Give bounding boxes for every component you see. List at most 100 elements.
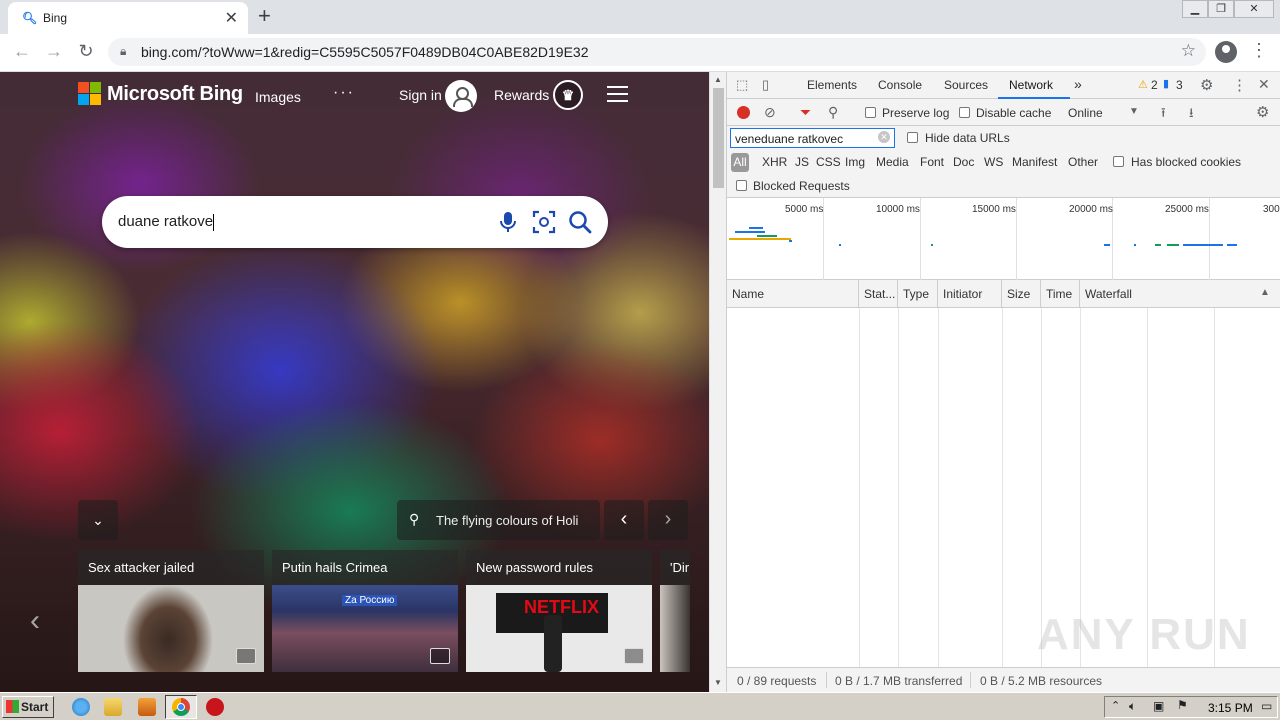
message-icon[interactable]: ▮ — [1163, 77, 1169, 90]
microphone-icon[interactable] — [495, 209, 521, 235]
nav-more-button[interactable]: ··· — [333, 84, 355, 102]
type-filter-img[interactable]: Img — [845, 155, 865, 169]
type-filter-manifest[interactable]: Manifest — [1012, 155, 1057, 169]
type-filter-doc[interactable]: Doc — [953, 155, 974, 169]
col-initiator[interactable]: Initiator — [938, 280, 1002, 308]
type-filter-ws[interactable]: WS — [984, 155, 1003, 169]
network-overview-timeline[interactable]: 5000 ms 10000 ms 15000 ms 20000 ms 25000… — [727, 198, 1280, 280]
has-blocked-cookies-label[interactable]: Has blocked cookies — [1131, 155, 1241, 169]
type-filter-other[interactable]: Other — [1068, 155, 1098, 169]
filter-funnel-icon[interactable]: ⏷ — [800, 104, 811, 121]
col-waterfall[interactable]: Waterfall — [1080, 280, 1280, 308]
microsoft-logo-icon[interactable] — [78, 82, 102, 106]
settings-gear-icon[interactable]: ⚙ — [1200, 76, 1213, 94]
tray-expand-icon[interactable]: ⌃ — [1111, 699, 1120, 712]
address-bar[interactable]: 🔒︎ bing.com/?toWww=1&redig=C5595C5057F04… — [108, 38, 1206, 66]
device-toolbar-icon[interactable]: ▯ — [762, 77, 769, 93]
bookmark-star-icon[interactable]: ☆ — [1181, 41, 1196, 61]
scroll-up-icon[interactable]: ▲ — [714, 75, 722, 84]
minimize-button[interactable]: ▁ — [1182, 0, 1208, 18]
news-headline[interactable]: Sex attacker jailed — [88, 560, 194, 575]
disable-cache-checkbox[interactable] — [959, 107, 970, 118]
throttle-dropdown-icon[interactable]: ▼ — [1129, 106, 1139, 117]
news-headline[interactable]: New password rules — [476, 560, 593, 575]
col-status[interactable]: Stat... — [859, 280, 898, 308]
show-desktop-icon[interactable]: ▭ — [1261, 699, 1272, 713]
close-window-button[interactable]: ✕ — [1234, 0, 1274, 18]
throttling-select[interactable]: Online — [1068, 106, 1103, 120]
rewards-link[interactable]: Rewards — [494, 87, 549, 103]
devtools-menu-icon[interactable]: ⋮ — [1232, 76, 1247, 94]
forward-button[interactable]: → — [43, 41, 65, 62]
news-headline[interactable]: 'Dir — [670, 560, 689, 575]
clear-icon[interactable]: ⊘ — [764, 104, 776, 121]
reload-button[interactable]: ↻ — [75, 41, 97, 62]
record-icon[interactable] — [737, 106, 750, 119]
col-time[interactable]: Time — [1041, 280, 1080, 308]
col-type[interactable]: Type — [898, 280, 938, 308]
chrome-taskbar-button[interactable] — [165, 695, 197, 719]
start-button[interactable]: Start — [2, 696, 54, 718]
blocked-requests-label[interactable]: Blocked Requests — [753, 179, 850, 193]
type-filter-css[interactable]: CSS — [816, 155, 841, 169]
volume-icon[interactable]: 🔈︎ — [1129, 699, 1136, 714]
tab-bing[interactable]: 🔍︎ Bing ✕ — [8, 2, 248, 34]
network-settings-gear-icon[interactable]: ⚙ — [1256, 103, 1269, 121]
news-card[interactable]: Putin hails Crimea Za Россию — [272, 550, 458, 672]
nav-images-link[interactable]: Images — [255, 89, 301, 105]
sort-ascending-icon[interactable]: ▲ — [1260, 287, 1270, 298]
image-caption-pill[interactable]: ⚲ The flying colours of Holi — [397, 500, 600, 540]
message-count[interactable]: 3 — [1176, 78, 1183, 92]
new-tab-button[interactable]: + — [258, 3, 271, 29]
inspect-element-icon[interactable]: ⬚ — [736, 77, 748, 93]
preserve-log-checkbox[interactable] — [865, 107, 876, 118]
previous-image-icon[interactable]: ‹ — [604, 500, 644, 540]
type-filter-font[interactable]: Font — [920, 155, 944, 169]
restore-button[interactable]: ❐ — [1208, 0, 1234, 18]
news-prev-chevron-icon[interactable]: ‹ — [30, 604, 40, 638]
hide-data-urls-checkbox[interactable] — [907, 132, 918, 143]
news-headline[interactable]: Putin hails Crimea — [282, 560, 388, 575]
filter-input[interactable]: veneduane ratkovec ✕ — [730, 128, 895, 148]
close-devtools-icon[interactable]: ✕ — [1258, 76, 1270, 93]
browser-menu-icon[interactable]: ⋮ — [1250, 40, 1268, 61]
export-har-icon[interactable]: ⭳ — [1189, 104, 1194, 126]
stop-icon[interactable] — [206, 698, 224, 716]
disable-cache-label[interactable]: Disable cache — [976, 106, 1051, 120]
visual-search-icon[interactable] — [531, 209, 557, 235]
tab-console[interactable]: Console — [878, 78, 922, 92]
profile-avatar-icon[interactable] — [1215, 41, 1237, 63]
next-image-icon[interactable]: › — [648, 500, 688, 540]
news-card[interactable]: 'Dir — [660, 550, 690, 672]
close-tab-icon[interactable]: ✕ — [225, 8, 238, 28]
collapse-chevron-down-icon[interactable]: ⌄ — [78, 500, 118, 540]
media-player-icon[interactable] — [138, 698, 156, 716]
hide-data-urls-label[interactable]: Hide data URLs — [925, 131, 1010, 145]
preserve-log-label[interactable]: Preserve log — [882, 106, 949, 120]
import-har-icon[interactable]: ⭱ — [1161, 104, 1166, 126]
scroll-down-icon[interactable]: ▼ — [714, 678, 722, 687]
file-explorer-icon[interactable] — [104, 698, 122, 716]
internet-explorer-icon[interactable] — [72, 698, 90, 716]
warning-icon[interactable]: ⚠ — [1138, 78, 1148, 91]
search-icon[interactable]: ⚲ — [828, 104, 838, 121]
scrollbar-thumb[interactable] — [713, 88, 724, 188]
search-box[interactable]: duane ratkove — [102, 196, 608, 248]
image-caption[interactable]: The flying colours of Holi — [436, 513, 578, 528]
type-filter-xhr[interactable]: XHR — [762, 155, 787, 169]
hamburger-menu-icon[interactable] — [607, 86, 628, 102]
clear-filter-icon[interactable]: ✕ — [878, 131, 890, 143]
type-filter-all[interactable]: All — [731, 153, 749, 172]
news-card[interactable]: Sex attacker jailed — [78, 550, 264, 672]
back-button[interactable]: ← — [11, 41, 33, 62]
has-blocked-cookies-checkbox[interactable] — [1113, 156, 1124, 167]
rewards-trophy-icon[interactable]: ♛ — [553, 80, 583, 110]
network-icon[interactable]: ▣ — [1153, 699, 1164, 713]
user-avatar-icon[interactable] — [445, 80, 477, 112]
type-filter-js[interactable]: JS — [795, 155, 809, 169]
blocked-requests-checkbox[interactable] — [736, 180, 747, 191]
page-scrollbar[interactable]: ▲ ▼ — [709, 72, 726, 692]
search-icon[interactable] — [567, 209, 593, 235]
type-filter-media[interactable]: Media — [876, 155, 909, 169]
news-card[interactable]: New password rules NETFLIX — [466, 550, 652, 672]
